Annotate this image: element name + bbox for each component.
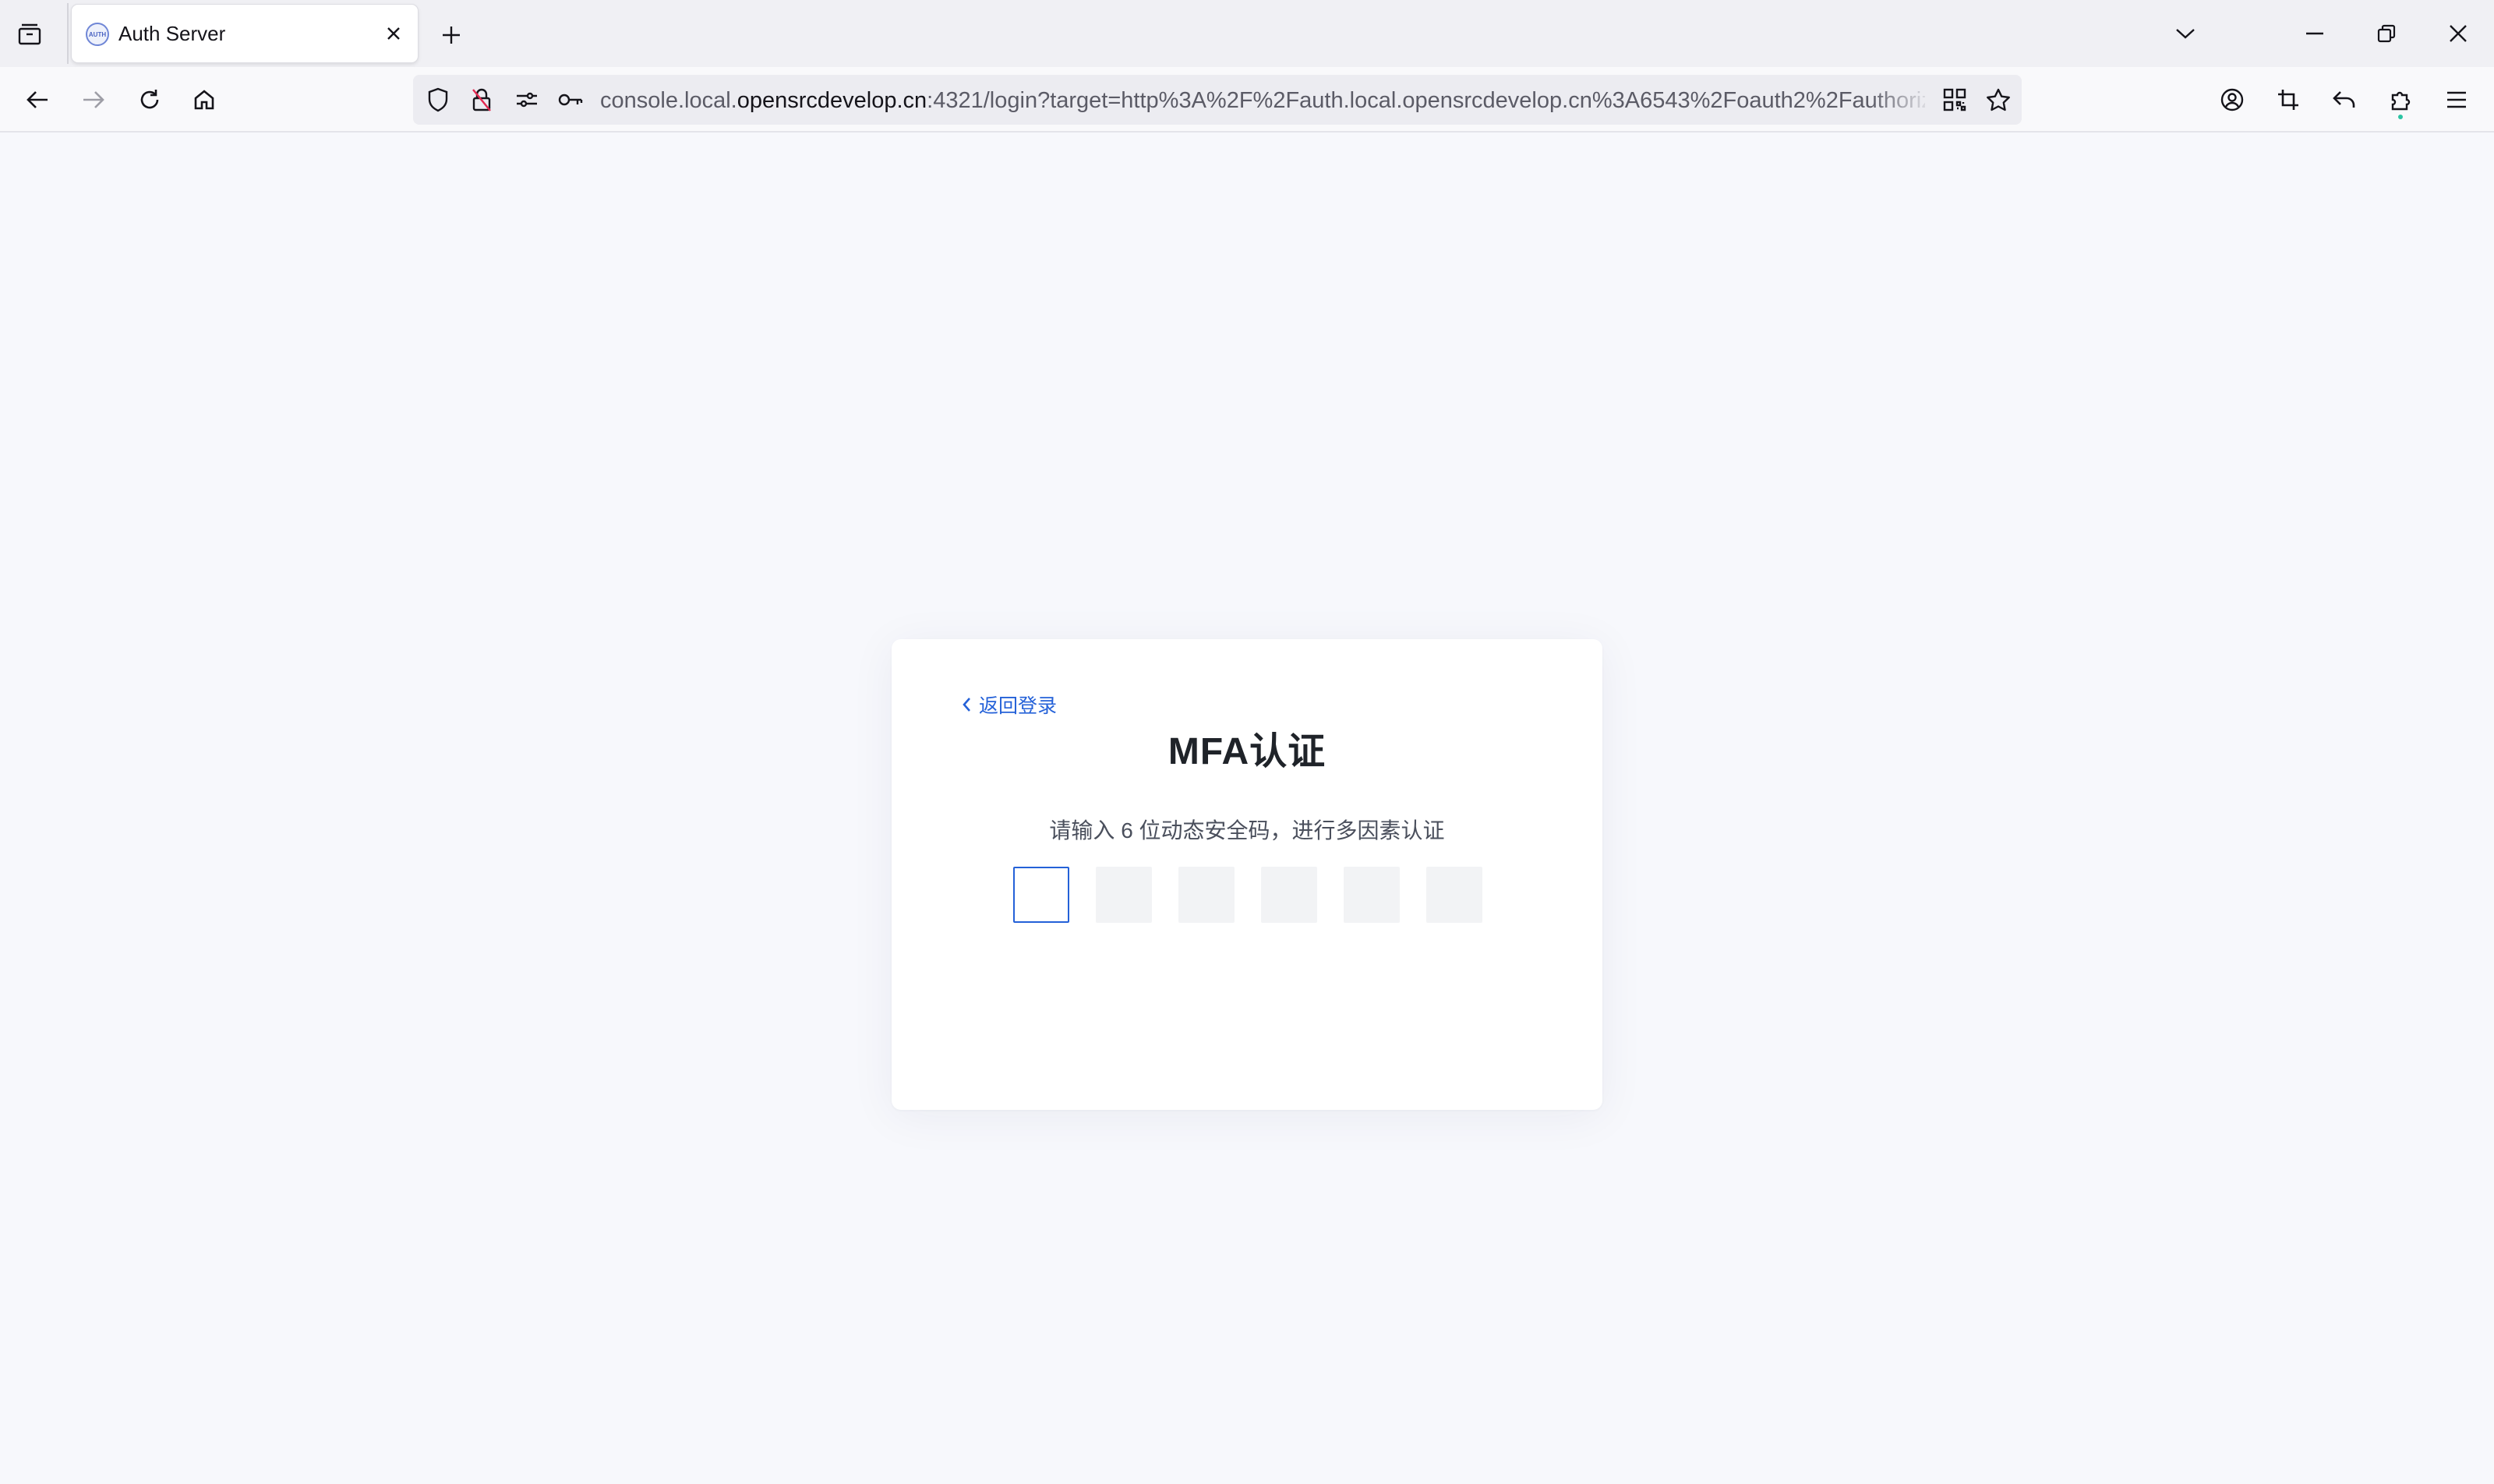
auth-logo-icon: AUTH bbox=[86, 23, 109, 46]
tab-separator bbox=[67, 3, 69, 64]
restore-button[interactable] bbox=[2363, 14, 2410, 53]
otp-digit-input[interactable] bbox=[1013, 867, 1069, 923]
tab-strip: AUTH Auth Server bbox=[0, 0, 2494, 67]
home-icon bbox=[194, 90, 214, 110]
close-icon bbox=[387, 27, 400, 40]
crop-icon bbox=[2278, 90, 2298, 110]
saved-passwords-button[interactable] bbox=[556, 86, 585, 114]
back-button[interactable] bbox=[16, 78, 59, 122]
back-to-login-link[interactable]: 返回登录 bbox=[962, 691, 1057, 719]
page-content: 返回登录 MFA认证 请输入 6 位动态安全码，进行多因素认证 bbox=[0, 134, 2494, 1484]
forward-arrow-icon bbox=[83, 91, 104, 108]
minimize-icon bbox=[2306, 32, 2323, 35]
otp-digit-input[interactable] bbox=[1096, 867, 1152, 923]
home-button[interactable] bbox=[182, 78, 226, 122]
tab-list-button[interactable] bbox=[11, 17, 48, 51]
minimize-button[interactable] bbox=[2291, 14, 2338, 53]
new-tab-button[interactable] bbox=[433, 17, 469, 53]
reload-button[interactable] bbox=[128, 78, 171, 122]
undo-button[interactable] bbox=[2323, 78, 2366, 122]
url-fade bbox=[1870, 80, 1933, 120]
extensions-button[interactable] bbox=[2379, 78, 2422, 122]
account-button[interactable] bbox=[2210, 78, 2254, 122]
tab-title: Auth Server bbox=[118, 22, 226, 45]
url-prefix: console.local. bbox=[600, 88, 737, 113]
chevron-left-icon bbox=[963, 698, 970, 712]
close-icon bbox=[2450, 25, 2467, 42]
otp-digit-input[interactable] bbox=[1261, 867, 1317, 923]
star-icon bbox=[1987, 88, 2010, 111]
url-text[interactable]: console.local.opensrcdevelop.cn:4321/log… bbox=[600, 88, 1925, 114]
undo-icon bbox=[2333, 91, 2355, 108]
extension-status-dot bbox=[2398, 115, 2403, 119]
mfa-description: 请输入 6 位动态安全码，进行多因素认证 bbox=[1049, 818, 1445, 843]
key-icon bbox=[558, 94, 583, 106]
puzzle-icon bbox=[2391, 91, 2411, 111]
reload-icon bbox=[140, 90, 159, 109]
app-menu-button[interactable] bbox=[2435, 78, 2478, 122]
otp-digit-input[interactable] bbox=[1426, 867, 1482, 923]
tracking-protection-button[interactable] bbox=[424, 86, 452, 114]
url-bar[interactable]: console.local.opensrcdevelop.cn:4321/log… bbox=[413, 75, 2022, 125]
otp-code-inputs bbox=[1013, 867, 1482, 923]
screenshot-button[interactable] bbox=[2266, 78, 2310, 122]
permissions-icon bbox=[517, 92, 537, 108]
back-arrow-icon bbox=[26, 91, 48, 108]
forward-button[interactable] bbox=[72, 78, 115, 122]
tab-close-button[interactable] bbox=[380, 20, 407, 47]
tabs-overflow-button[interactable] bbox=[2162, 14, 2209, 53]
page-title: MFA认证 bbox=[1168, 731, 1326, 772]
account-icon bbox=[2220, 88, 2244, 111]
permissions-button[interactable] bbox=[513, 86, 541, 114]
broken-lock-icon bbox=[472, 88, 491, 111]
url-domain: opensrcdevelop.cn bbox=[737, 88, 927, 113]
url-path: :4321/login?target=http%3A%2F%2Fauth.loc… bbox=[927, 88, 1925, 113]
back-to-login-label: 返回登录 bbox=[979, 695, 1058, 717]
mfa-card: 返回登录 MFA认证 请输入 6 位动态安全码，进行多因素认证 bbox=[892, 639, 1602, 1110]
chevron-down-icon bbox=[2176, 29, 2195, 39]
qr-code-icon bbox=[1943, 88, 1966, 111]
otp-digit-input[interactable] bbox=[1178, 867, 1235, 923]
tab-list-icon bbox=[18, 23, 41, 45]
restore-icon bbox=[2377, 24, 2396, 43]
plus-icon bbox=[443, 26, 460, 44]
qr-code-button[interactable] bbox=[1941, 86, 1969, 114]
connection-info-button[interactable] bbox=[468, 86, 496, 114]
active-tab[interactable]: AUTH Auth Server bbox=[72, 5, 418, 62]
close-window-button[interactable] bbox=[2435, 14, 2482, 53]
bookmark-button[interactable] bbox=[1984, 86, 2012, 114]
navigation-toolbar: console.local.opensrcdevelop.cn:4321/log… bbox=[0, 67, 2494, 132]
shield-icon bbox=[428, 87, 448, 112]
otp-digit-input[interactable] bbox=[1344, 867, 1400, 923]
hamburger-menu-icon bbox=[2447, 91, 2466, 108]
